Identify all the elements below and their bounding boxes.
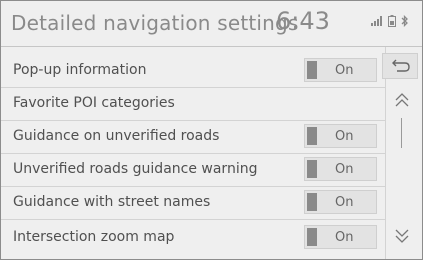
toggle-indicator [307,127,317,145]
setting-row-guidance-unverified-roads[interactable]: Guidance on unverified roads On [1,120,385,154]
setting-label: Intersection zoom map [13,229,175,245]
setting-label: Pop-up information [13,62,147,78]
intersection-zoom-map-toggle[interactable]: On [304,225,377,249]
chevron-down-icon[interactable] [394,227,410,243]
chevron-up-icon[interactable] [394,93,410,109]
setting-label: Favorite POI categories [13,95,175,111]
setting-label: Guidance on unverified roads [13,128,220,144]
toggle-indicator [307,160,317,178]
setting-label: Unverified roads guidance warning [13,161,258,177]
toggle-value: On [335,63,354,78]
signal-icon [371,16,382,26]
toggle-value: On [335,129,354,144]
battery-icon [388,15,396,27]
header-bar: Detailed navigation settings 6:43 [1,1,422,47]
toggle-value: On [335,195,354,210]
toggle-value: On [335,162,354,177]
navigation-settings-screen: Detailed navigation settings 6:43 Pop-up… [0,0,423,260]
setting-row-guidance-street-names[interactable]: Guidance with street names On [1,186,385,220]
guidance-unverified-roads-toggle[interactable]: On [304,124,377,148]
guidance-street-names-toggle[interactable]: On [304,190,377,214]
page-title: Detailed navigation settings [11,11,299,35]
setting-label: Guidance with street names [13,194,211,210]
setting-row-intersection-zoom-map[interactable]: Intersection zoom map On [1,221,385,254]
setting-row-unverified-roads-warning[interactable]: Unverified roads guidance warning On [1,153,385,187]
back-button[interactable] [382,53,418,79]
toggle-indicator [307,61,317,79]
clock: 6:43 [276,7,330,35]
toggle-indicator [307,193,317,211]
back-icon [392,59,410,72]
toggle-value: On [335,230,354,245]
bluetooth-icon [401,15,408,27]
setting-row-popup-information[interactable]: Pop-up information On [1,54,385,88]
status-icons [371,15,409,27]
unverified-roads-warning-toggle[interactable]: On [304,157,377,181]
popup-information-toggle[interactable]: On [304,58,377,82]
setting-row-favorite-poi-categories[interactable]: Favorite POI categories [1,87,385,121]
scrollbar-thumb[interactable] [401,118,402,148]
toggle-indicator [307,228,317,246]
